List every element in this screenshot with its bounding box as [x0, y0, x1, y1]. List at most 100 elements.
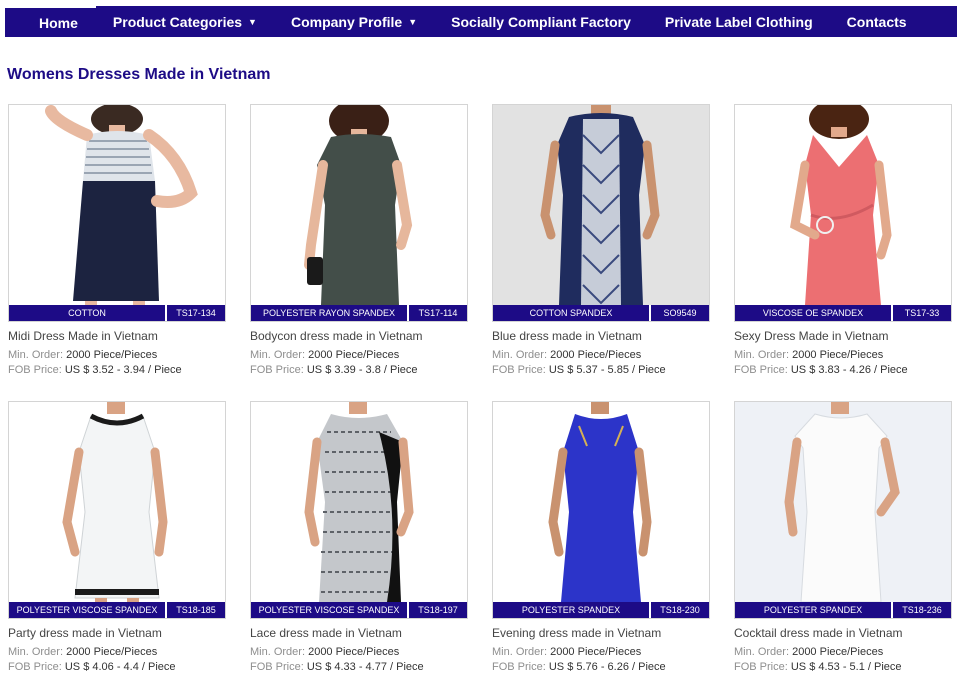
caret-down-icon: ▼ — [248, 16, 257, 27]
product-label-bar: POLYESTER VISCOSE SPANDEX TS18-185 — [9, 602, 225, 618]
nav-contacts-label: Contacts — [846, 13, 907, 30]
product-label-bar: COTTON TS17-134 — [9, 305, 225, 321]
nav-product-categories[interactable]: Product Categories ▼ — [96, 6, 274, 37]
nav-private-label-clothing[interactable]: Private Label Clothing — [648, 6, 830, 37]
product-name[interactable]: Sexy Dress Made in Vietnam — [734, 329, 952, 343]
product-name[interactable]: Cocktail dress made in Vietnam — [734, 626, 952, 640]
product-name[interactable]: Blue dress made in Vietnam — [492, 329, 710, 343]
product-name[interactable]: Party dress made in Vietnam — [8, 626, 226, 640]
nav-product-categories-label: Product Categories — [112, 13, 243, 30]
min-order: Min. Order: 2000 Piece/Pieces — [492, 646, 710, 658]
material-tag: POLYESTER SPANDEX — [493, 602, 651, 618]
product-image[interactable]: VISCOSE OE SPANDEX TS17-33 — [734, 104, 952, 322]
product-image[interactable]: POLYESTER RAYON SPANDEX TS17-114 — [250, 104, 468, 322]
product-code: TS17-33 — [893, 305, 951, 321]
fob-price-label: FOB Price: — [492, 364, 546, 376]
product-card: POLYESTER VISCOSE SPANDEX TS18-185 Party… — [8, 401, 226, 676]
fob-price-label: FOB Price: — [250, 364, 304, 376]
product-code: TS18-197 — [409, 602, 467, 618]
fob-price: FOB Price: US $ 3.39 - 3.8 / Piece — [250, 364, 468, 376]
fob-price-label: FOB Price: — [734, 364, 788, 376]
nav-company-profile[interactable]: Company Profile ▼ — [274, 6, 434, 37]
nav-socially-compliant-factory[interactable]: Socially Compliant Factory — [434, 6, 648, 37]
product-label-bar: POLYESTER VISCOSE SPANDEX TS18-197 — [251, 602, 467, 618]
product-card: POLYESTER RAYON SPANDEX TS17-114 Bodycon… — [250, 104, 468, 379]
dress-photo — [304, 105, 413, 321]
product-code: SO9549 — [651, 305, 709, 321]
fob-price-label: FOB Price: — [8, 364, 62, 376]
dress-photo — [784, 402, 900, 618]
nav-home-label: Home — [39, 14, 78, 31]
fob-price-label: FOB Price: — [492, 661, 546, 673]
nav-home[interactable]: Home — [5, 6, 96, 37]
dress-photo — [62, 402, 168, 618]
dress-photo — [790, 105, 892, 321]
dress-photo — [548, 402, 652, 618]
fob-price: FOB Price: US $ 4.33 - 4.77 / Piece — [250, 661, 468, 673]
dress-photo — [45, 105, 198, 321]
product-card: VISCOSE OE SPANDEX TS17-33 Sexy Dress Ma… — [734, 104, 952, 379]
min-order: Min. Order: 2000 Piece/Pieces — [250, 349, 468, 361]
fob-price-value: US $ 3.52 - 3.94 / Piece — [64, 364, 182, 376]
product-card: POLYESTER VISCOSE SPANDEX TS18-197 Lace … — [250, 401, 468, 676]
min-order: Min. Order: 2000 Piece/Pieces — [8, 646, 226, 658]
min-order-label: Min. Order: — [734, 646, 790, 658]
min-order-value: 2000 Piece/Pieces — [308, 646, 400, 658]
product-code: TS18-236 — [893, 602, 951, 618]
product-card: COTTON TS17-134 Midi Dress Made in Vietn… — [8, 104, 226, 379]
product-card: COTTON SPANDEX SO9549 Blue dress made in… — [492, 104, 710, 379]
product-label-bar: POLYESTER SPANDEX TS18-236 — [735, 602, 951, 618]
product-code: TS17-114 — [409, 305, 467, 321]
product-label-bar: POLYESTER RAYON SPANDEX TS17-114 — [251, 305, 467, 321]
min-order-value: 2000 Piece/Pieces — [550, 646, 642, 658]
min-order-value: 2000 Piece/Pieces — [550, 349, 642, 361]
min-order: Min. Order: 2000 Piece/Pieces — [8, 349, 226, 361]
fob-price-label: FOB Price: — [734, 661, 788, 673]
min-order-value: 2000 Piece/Pieces — [66, 646, 158, 658]
product-image[interactable]: POLYESTER SPANDEX TS18-236 — [734, 401, 952, 619]
material-tag: COTTON SPANDEX — [493, 305, 651, 321]
fob-price-value: US $ 4.33 - 4.77 / Piece — [306, 661, 424, 673]
product-image[interactable]: POLYESTER VISCOSE SPANDEX TS18-197 — [250, 401, 468, 619]
caret-down-icon: ▼ — [408, 16, 418, 27]
product-card: POLYESTER SPANDEX TS18-230 Evening dress… — [492, 401, 710, 676]
product-name[interactable]: Lace dress made in Vietnam — [250, 626, 468, 640]
top-navigation: Home Product Categories ▼ Company Profile… — [5, 6, 957, 37]
product-name[interactable]: Midi Dress Made in Vietnam — [8, 329, 226, 343]
min-order: Min. Order: 2000 Piece/Pieces — [734, 646, 952, 658]
product-name[interactable]: Bodycon dress made in Vietnam — [250, 329, 468, 343]
product-image[interactable]: POLYESTER VISCOSE SPANDEX TS18-185 — [8, 401, 226, 619]
fob-price-value: US $ 4.53 - 5.1 / Piece — [790, 661, 902, 673]
nav-private-label-clothing-label: Private Label Clothing — [664, 13, 813, 30]
min-order-label: Min. Order: — [250, 349, 306, 361]
fob-price: FOB Price: US $ 4.06 - 4.4 / Piece — [8, 661, 226, 673]
material-tag: POLYESTER RAYON SPANDEX — [251, 305, 409, 321]
product-card: POLYESTER SPANDEX TS18-236 Cocktail dres… — [734, 401, 952, 676]
fob-price-value: US $ 4.06 - 4.4 / Piece — [64, 661, 176, 673]
product-image[interactable]: COTTON SPANDEX SO9549 — [492, 104, 710, 322]
material-tag: VISCOSE OE SPANDEX — [735, 305, 893, 321]
fob-price-value: US $ 5.76 - 6.26 / Piece — [548, 661, 666, 673]
fob-price-value: US $ 3.83 - 4.26 / Piece — [790, 364, 908, 376]
product-label-bar: POLYESTER SPANDEX TS18-230 — [493, 602, 709, 618]
product-image[interactable]: POLYESTER SPANDEX TS18-230 — [492, 401, 710, 619]
product-code: TS17-134 — [167, 305, 225, 321]
min-order-value: 2000 Piece/Pieces — [66, 349, 158, 361]
nav-company-profile-label: Company Profile — [290, 13, 403, 30]
dress-photo — [304, 402, 414, 618]
product-label-bar: COTTON SPANDEX SO9549 — [493, 305, 709, 321]
material-tag: POLYESTER VISCOSE SPANDEX — [9, 602, 167, 618]
fob-price: FOB Price: US $ 4.53 - 5.1 / Piece — [734, 661, 952, 673]
product-image[interactable]: COTTON TS17-134 — [8, 104, 226, 322]
product-code: TS18-230 — [651, 602, 709, 618]
material-tag: POLYESTER SPANDEX — [735, 602, 893, 618]
material-tag: COTTON — [9, 305, 167, 321]
fob-price-value: US $ 5.37 - 5.85 / Piece — [548, 364, 666, 376]
product-name[interactable]: Evening dress made in Vietnam — [492, 626, 710, 640]
min-order-label: Min. Order: — [250, 646, 306, 658]
fob-price-label: FOB Price: — [8, 661, 62, 673]
nav-contacts[interactable]: Contacts — [830, 6, 924, 37]
min-order-label: Min. Order: — [734, 349, 790, 361]
fob-price: FOB Price: US $ 5.76 - 6.26 / Piece — [492, 661, 710, 673]
min-order-label: Min. Order: — [492, 349, 548, 361]
